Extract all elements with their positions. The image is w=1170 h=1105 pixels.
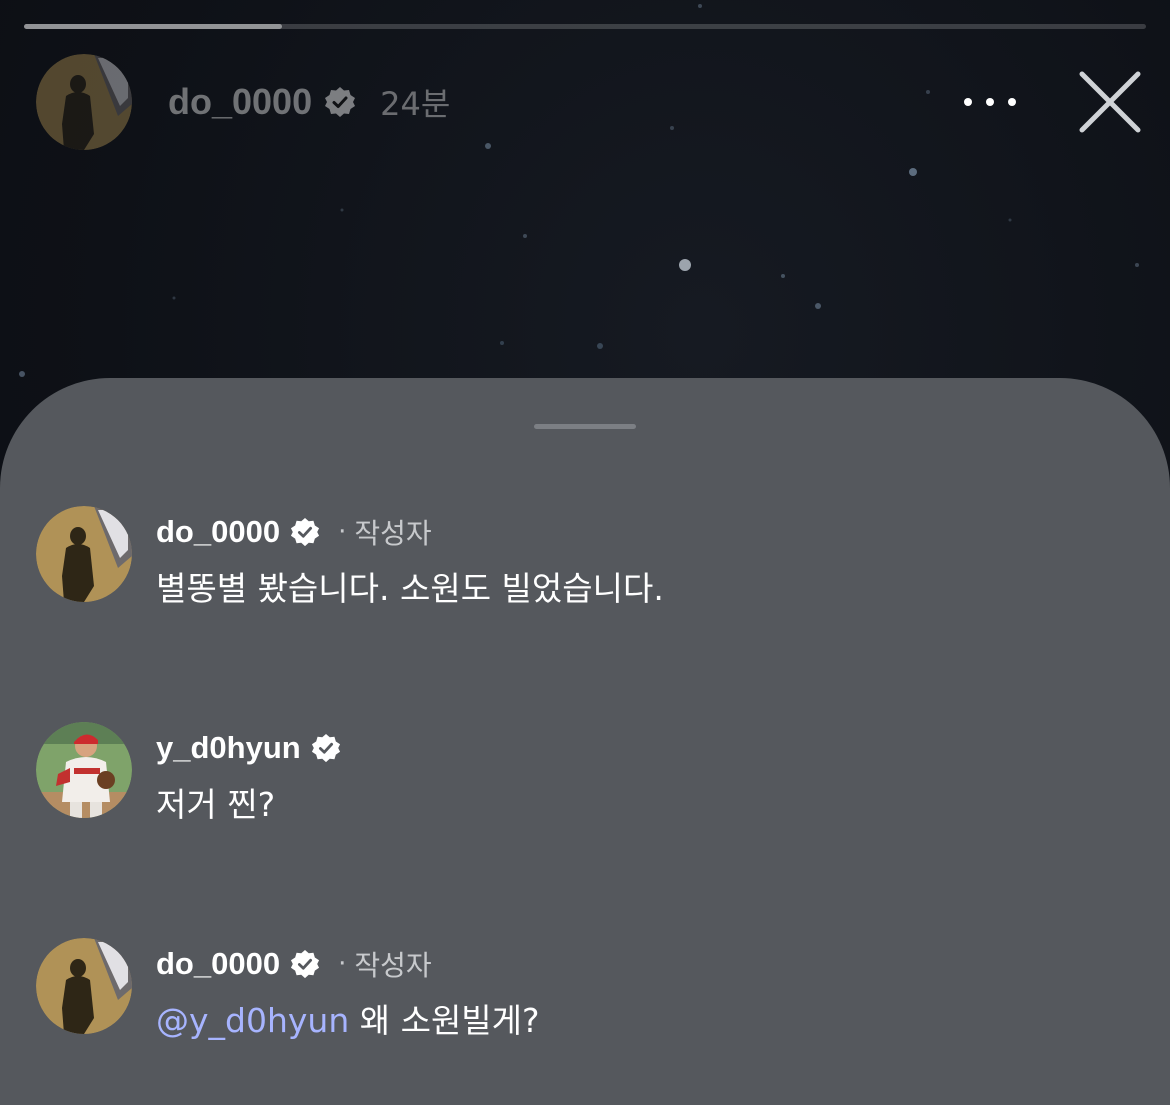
commenter-avatar[interactable] bbox=[36, 722, 132, 818]
story-progress-fill bbox=[24, 24, 283, 29]
verified-badge-icon bbox=[291, 517, 320, 547]
story-progress-bar bbox=[24, 24, 1146, 29]
close-icon[interactable] bbox=[1076, 68, 1144, 136]
comment-item: do_0000 · 작성자 별똥별 봤습니다. 소원도 빌었습니다. bbox=[36, 506, 1136, 608]
comment-header: do_0000 · 작성자 bbox=[156, 512, 432, 552]
comment-header: y_d0hyun bbox=[156, 728, 341, 768]
comment-text: 별똥별 봤습니다. 소원도 빌었습니다. bbox=[156, 569, 664, 608]
verified-badge-icon bbox=[311, 733, 340, 763]
verified-badge-icon bbox=[291, 949, 320, 979]
comment-text-body: 왜 소원빌게? bbox=[349, 1001, 540, 1040]
author-separator: · bbox=[338, 949, 347, 979]
more-dot-icon bbox=[964, 98, 972, 106]
more-options-button[interactable] bbox=[964, 82, 1016, 122]
author-label: 작성자 bbox=[354, 949, 432, 982]
story-author-avatar[interactable] bbox=[36, 54, 132, 150]
story-username[interactable]: do_0000 bbox=[168, 81, 312, 123]
comment-text: @y_d0hyun 왜 소원빌게? bbox=[156, 994, 540, 1042]
comment-username[interactable]: y_d0hyun bbox=[156, 730, 301, 766]
commenter-avatar[interactable] bbox=[36, 938, 132, 1034]
comment-item: do_0000 · 작성자 @y_d0hyun 왜 소원빌게? bbox=[36, 938, 1136, 1040]
comment-username[interactable]: do_0000 bbox=[156, 514, 280, 550]
commenter-avatar[interactable] bbox=[36, 506, 132, 602]
more-dot-icon bbox=[986, 98, 994, 106]
sheet-drag-handle[interactable] bbox=[534, 424, 636, 429]
comment-item: y_d0hyun 저거 찐? bbox=[36, 722, 1136, 824]
more-dot-icon bbox=[1008, 98, 1016, 106]
comment-username[interactable]: do_0000 bbox=[156, 946, 280, 982]
author-label: 작성자 bbox=[354, 517, 432, 550]
author-separator: · bbox=[338, 517, 347, 547]
verified-badge-icon bbox=[325, 87, 356, 117]
story-viewer: do_0000 24분 do_0000 · 작성자 별똥별 봤습니다. 소원도 … bbox=[0, 0, 1170, 1105]
mention-link[interactable]: @y_d0hyun bbox=[156, 1001, 349, 1040]
story-timestamp: 24분 bbox=[380, 85, 451, 123]
comment-header: do_0000 · 작성자 bbox=[156, 944, 432, 984]
comment-text: 저거 찐? bbox=[156, 785, 276, 824]
